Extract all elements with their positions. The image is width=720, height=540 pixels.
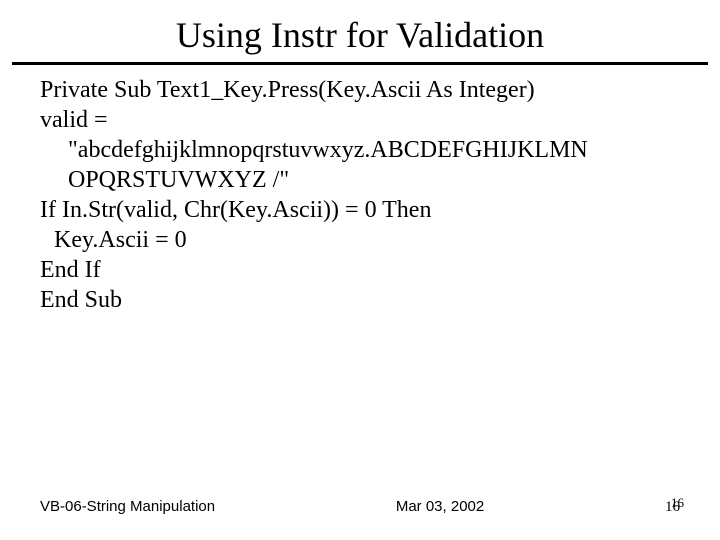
footer-date: Mar 03, 2002 [396,498,484,515]
footer-left: VB-06-String Manipulation [40,498,215,515]
code-line: Private Sub Text1_Key.Press(Key.Ascii As… [40,75,680,105]
code-line: OPQRSTUVWXYZ /" [40,165,680,195]
footer-page: 16 16 [665,499,680,516]
slide: Using Instr for Validation Private Sub T… [0,0,720,540]
page-number-overlay: 16 [671,495,684,511]
slide-title: Using Instr for Validation [0,0,720,62]
code-line: valid = [40,105,680,135]
code-line: If In.Str(valid, Chr(Key.Ascii)) = 0 The… [40,195,680,225]
code-line: End If [40,255,680,285]
code-line: Key.Ascii = 0 [40,225,680,255]
code-line: "abcdefghijklmnopqrstuvwxyz.ABCDEFGHIJKL… [40,135,680,165]
code-block: Private Sub Text1_Key.Press(Key.Ascii As… [0,75,720,315]
code-line: End Sub [40,285,680,315]
title-divider [12,62,708,65]
slide-footer: VB-06-String Manipulation Mar 03, 2002 1… [0,498,720,516]
